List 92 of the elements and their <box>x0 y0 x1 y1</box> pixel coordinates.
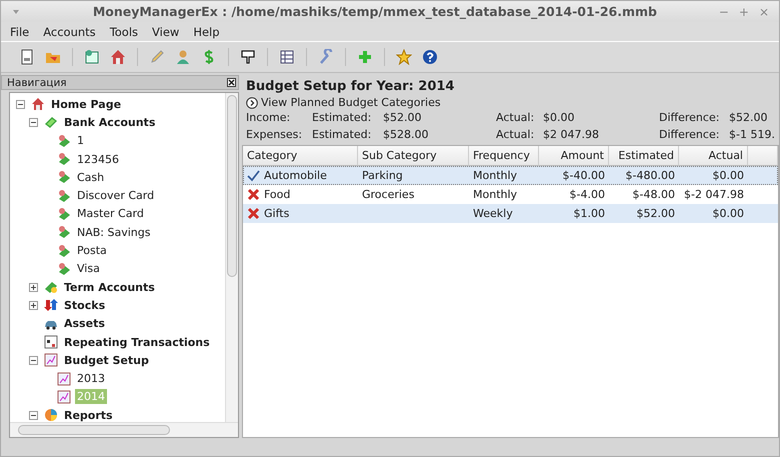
menu-item[interactable]: File <box>10 24 30 38</box>
arrows-icon <box>44 298 58 312</box>
window-title: MoneyManagerEx : /home/mashiks/temp/mmex_test_database_2014-01-26.mmb <box>92 4 658 19</box>
table-cell: Automobile <box>264 169 327 182</box>
money-icon <box>57 170 71 184</box>
money-icon <box>57 188 71 203</box>
table-cell: $0.00 <box>712 169 744 182</box>
tree-item[interactable]: Discover Card <box>75 188 156 204</box>
collapse-icon[interactable] <box>29 410 38 420</box>
money-icon <box>44 115 58 130</box>
summary-value: $52.00 <box>729 110 768 126</box>
tree-item[interactable]: 123456 <box>75 152 121 167</box>
table-cell: $-48.00 <box>632 188 675 201</box>
money-icon <box>57 262 71 276</box>
chart-icon <box>44 353 58 368</box>
tree-item[interactable]: Repeating Transactions <box>62 334 212 350</box>
tree-item[interactable]: Cash <box>75 170 106 185</box>
menu-item[interactable]: View <box>152 24 180 38</box>
menu-item[interactable]: Help <box>193 24 220 38</box>
tree-item[interactable]: Term Accounts <box>62 280 157 295</box>
money-icon <box>44 280 58 294</box>
summary-label: Expenses: <box>246 127 304 143</box>
chart-icon <box>57 390 71 404</box>
table-cell: Parking <box>362 169 403 182</box>
column-header[interactable]: Actual <box>679 146 748 166</box>
close-icon[interactable] <box>227 78 236 87</box>
tree-item[interactable]: Bank Accounts <box>62 114 158 130</box>
table-cell: $-4.00 <box>570 188 605 201</box>
chart-icon <box>57 372 71 386</box>
tree-item[interactable]: Budget Setup <box>62 352 151 368</box>
summary-value: $528.00 <box>383 127 430 143</box>
tree-item[interactable]: Posta <box>75 243 109 258</box>
expand-icon[interactable] <box>29 282 38 292</box>
menu-item[interactable]: Accounts <box>43 24 96 38</box>
collapse-icon[interactable] <box>29 356 38 365</box>
tree-item[interactable]: NAB: Savings <box>75 224 152 240</box>
column-header[interactable]: Frequency <box>469 146 539 166</box>
column-header[interactable]: Category <box>243 146 358 166</box>
table-cell: $52.00 <box>636 207 675 220</box>
money-icon <box>57 206 71 221</box>
star-icon[interactable] <box>394 47 414 67</box>
house-icon <box>31 97 45 112</box>
tree-item[interactable]: Assets <box>62 316 107 332</box>
table-cell: $0.00 <box>712 207 744 220</box>
summary-label: Estimated: <box>312 127 372 143</box>
panel-title: Навигация <box>7 76 67 88</box>
tree-item[interactable]: Visa <box>75 261 102 276</box>
table-cell: $-480.00 <box>626 169 675 182</box>
horizontal-scrollbar[interactable] <box>10 422 238 437</box>
help-icon[interactable] <box>420 47 440 67</box>
calendar-icon <box>44 335 58 349</box>
summary-label: Actual: <box>496 127 536 143</box>
table-cell: $-2 047.98 <box>684 188 744 201</box>
tree-item[interactable]: Stocks <box>62 298 108 313</box>
tree-item[interactable]: Home Page <box>49 96 124 112</box>
summary-label: Difference: <box>659 110 720 126</box>
summary-value: $2 047.98 <box>543 127 600 143</box>
summary-value: $52.00 <box>383 110 422 126</box>
table-cell: $1.00 <box>574 207 605 220</box>
column-header[interactable]: Estimated <box>609 146 679 166</box>
table-cell: Monthly <box>473 188 518 201</box>
table-cell: Groceries <box>362 188 414 201</box>
table-cell: Gifts <box>264 207 290 220</box>
money-icon <box>57 244 71 258</box>
tree-item[interactable]: 1 <box>75 133 86 148</box>
table-cell: $-40.00 <box>562 169 605 182</box>
money-icon <box>57 225 71 240</box>
tree-item[interactable]: 2013 <box>75 371 107 386</box>
collapse-icon[interactable] <box>29 118 38 127</box>
summary-value: $-1 519. <box>729 127 776 143</box>
tree-item[interactable]: Master Card <box>75 206 146 222</box>
view-link[interactable]: View Planned Budget Categories <box>261 96 441 109</box>
column-header[interactable]: Sub Category <box>358 146 469 166</box>
summary-value: $0.00 <box>543 110 576 126</box>
column-header[interactable]: Amount <box>539 146 609 166</box>
vertical-scrollbar[interactable] <box>225 93 238 422</box>
money-icon <box>57 152 71 166</box>
menu-item[interactable]: Tools <box>110 24 138 38</box>
money-icon <box>57 134 71 148</box>
table-cell: Food <box>264 188 290 201</box>
tree-item[interactable]: Reports <box>62 408 115 422</box>
summary-label: Estimated: <box>312 110 372 126</box>
pie-chart-icon <box>44 408 58 422</box>
summary-label: Actual: <box>496 110 536 126</box>
summary-label: Income: <box>246 110 292 126</box>
page-title: Budget Setup for Year: 2014 <box>246 79 456 94</box>
summary-label: Difference: <box>659 127 720 143</box>
arrow-circle-icon <box>246 96 258 108</box>
table-cell: Weekly <box>473 207 513 220</box>
expand-icon[interactable] <box>29 300 38 310</box>
table-cell: Monthly <box>473 169 518 182</box>
collapse-icon[interactable] <box>16 100 25 109</box>
